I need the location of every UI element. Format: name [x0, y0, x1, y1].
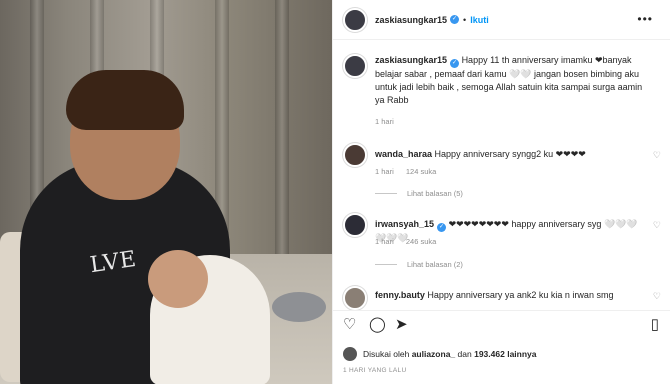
likes-middle: dan: [457, 349, 472, 359]
view-replies[interactable]: Lihat balasan (2): [375, 260, 463, 269]
heart-icon[interactable]: ♡: [653, 220, 661, 231]
likes-count[interactable]: 193.462: [474, 349, 505, 359]
comment-meta: 1 hari 124 suka: [375, 167, 446, 176]
verified-icon: ✓: [450, 59, 460, 68]
avatar[interactable]: [343, 54, 367, 78]
comment-icon[interactable]: ◯: [369, 317, 386, 333]
comment-body: Happy anniversary ya ank2 ku kia n irwan…: [427, 290, 614, 300]
follow-button[interactable]: Ikuti: [470, 15, 489, 25]
comment-username[interactable]: wanda_haraa: [375, 149, 432, 159]
caption-time: 1 hari: [375, 117, 394, 126]
heart-icon[interactable]: ♡: [343, 317, 356, 333]
comment-likes[interactable]: 246 suka: [406, 237, 436, 246]
view-replies-label[interactable]: Lihat balasan (5): [407, 189, 463, 198]
likes-summary: Disukai oleh auliazona_ dan 193.462 lain…: [343, 347, 537, 361]
separator-dot: •: [463, 14, 467, 25]
comment-time: 1 hari: [375, 167, 394, 176]
caption-meta: 1 hari: [375, 117, 404, 126]
avatar[interactable]: [343, 213, 367, 237]
comment-text: wanda_haraa Happy anniversary syngg2 ku …: [375, 148, 645, 167]
post-time-ago: 1 HARI YANG LALU: [343, 367, 407, 374]
heart-icon[interactable]: ♡: [653, 150, 661, 161]
likes-suffix[interactable]: lainnya: [507, 349, 536, 359]
post-photo[interactable]: LVE: [0, 0, 332, 384]
bookmark-icon[interactable]: ▯: [651, 317, 659, 333]
comment-username[interactable]: fenny.bauty: [375, 290, 425, 300]
header-username[interactable]: zaskiasungkar15: [375, 15, 447, 25]
comments-list[interactable]: zaskiasungkar15 ✓ Happy 11 th anniversary…: [333, 40, 670, 310]
verified-icon: ✓: [437, 223, 447, 232]
comment-meta: 1 hari 246 suka: [375, 237, 446, 246]
replies-line: [375, 193, 397, 194]
caption-text: zaskiasungkar15 ✓ Happy 11 th anniversary…: [375, 54, 645, 107]
liker-username[interactable]: auliazona_: [412, 349, 455, 359]
verified-icon: ✓: [450, 15, 460, 24]
bowl: [272, 292, 326, 322]
post-header: zaskiasungkar15 ✓ • Ikuti •••: [333, 0, 670, 40]
person-hair: [66, 70, 184, 130]
more-icon[interactable]: •••: [637, 12, 653, 26]
heart-icon[interactable]: ♡: [653, 291, 661, 302]
caption-row: zaskiasungkar15 ✓ Happy 11 th anniversary…: [343, 54, 661, 107]
comment-likes[interactable]: 124 suka: [406, 167, 436, 176]
replies-line: [375, 264, 397, 265]
comment-row: fenny.bauty Happy anniversary ya ank2 ku…: [343, 286, 661, 310]
caption-username[interactable]: zaskiasungkar15: [375, 55, 447, 65]
liker-avatar[interactable]: [343, 347, 357, 361]
likes-prefix: Disukai oleh: [363, 349, 410, 359]
post-side-panel: zaskiasungkar15 ✓ • Ikuti ••• zaskiasung…: [332, 0, 670, 384]
comment-text: fenny.bauty Happy anniversary ya ank2 ku…: [375, 289, 645, 310]
comment-row: wanda_haraa Happy anniversary syngg2 ku …: [343, 143, 661, 167]
share-icon[interactable]: ➤: [395, 317, 408, 333]
avatar[interactable]: [343, 143, 367, 167]
post-actions: ♡ ◯ ➤ ▯ Disukai oleh auliazona_ dan 193.…: [333, 310, 670, 384]
comment-time: 1 hari: [375, 237, 394, 246]
baby-head: [148, 250, 208, 308]
view-replies-label[interactable]: Lihat balasan (2): [407, 260, 463, 269]
avatar[interactable]: [343, 7, 367, 32]
comment-username[interactable]: irwansyah_15: [375, 219, 434, 229]
view-replies[interactable]: Lihat balasan (5): [375, 189, 463, 198]
comment-body: Happy anniversary syngg2 ku ❤❤❤❤: [434, 149, 586, 159]
avatar[interactable]: [343, 286, 367, 310]
